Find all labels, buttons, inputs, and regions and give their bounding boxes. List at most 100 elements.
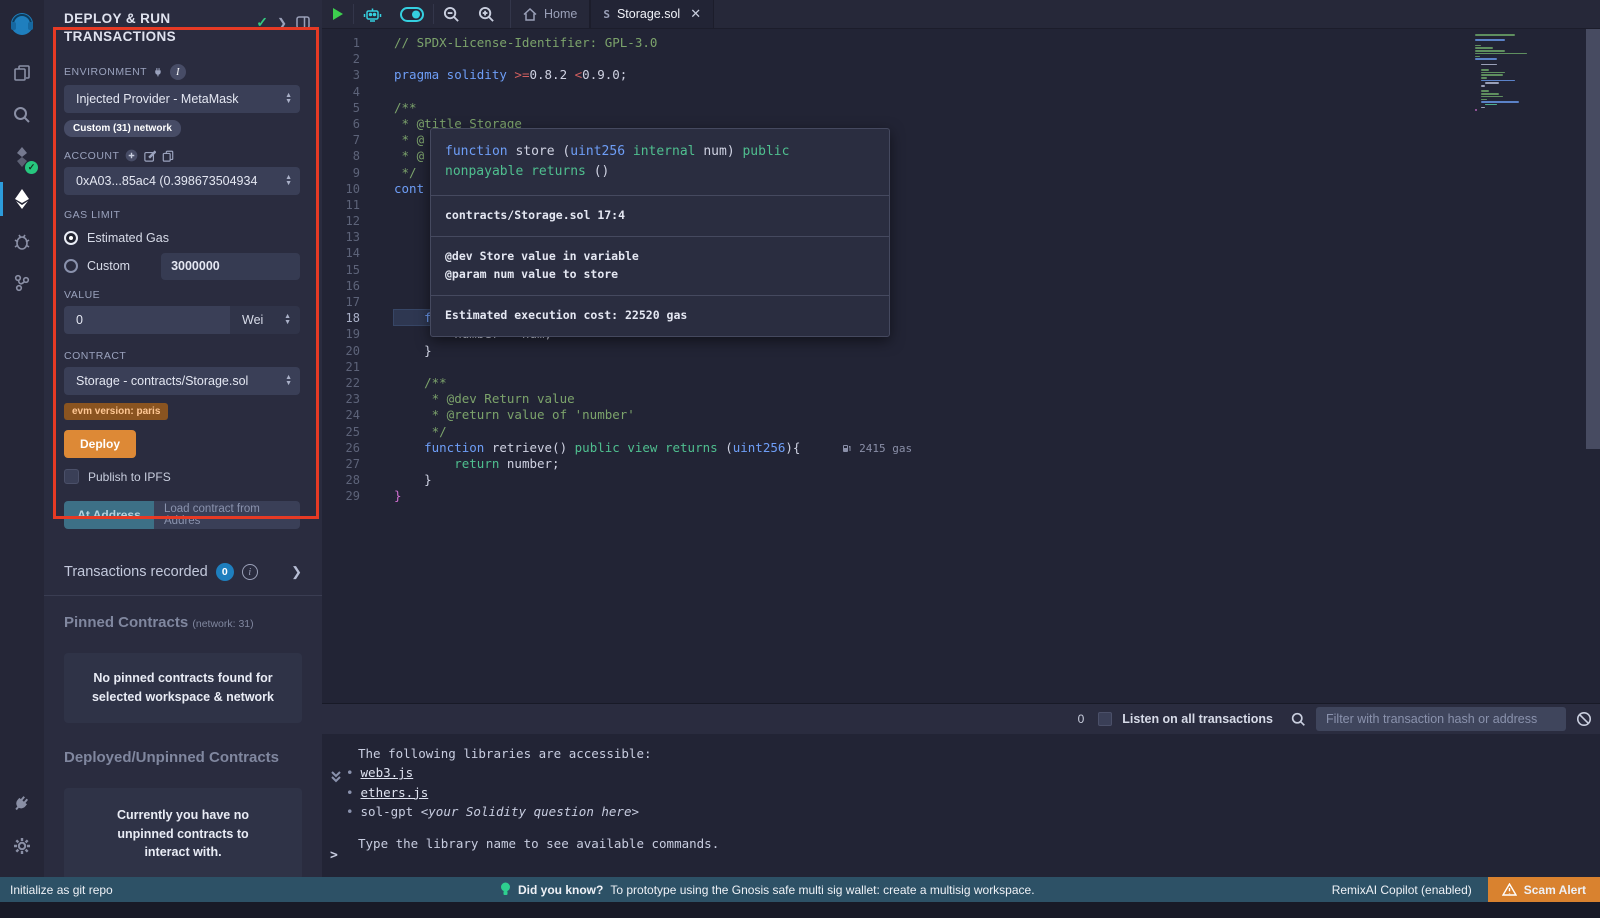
line-number: 14 bbox=[322, 245, 374, 261]
ban-icon[interactable] bbox=[1576, 711, 1592, 727]
tab-storage-sol[interactable]: S Storage.sol ✕ bbox=[590, 0, 714, 28]
code-editor[interactable]: 1234567891011121314151617181920212223242… bbox=[322, 29, 1600, 703]
search-icon[interactable] bbox=[1291, 712, 1306, 727]
value-unit-select[interactable]: Wei ▲▼ bbox=[230, 306, 300, 334]
panel-title: Deploy & run transactions bbox=[64, 10, 234, 46]
bottom-strip bbox=[0, 902, 1600, 918]
line-number: 19 bbox=[322, 326, 374, 342]
value-label: Value bbox=[64, 289, 300, 301]
debugger-icon[interactable] bbox=[0, 220, 44, 262]
line-number: 24 bbox=[322, 407, 374, 423]
value-input[interactable]: 0 bbox=[64, 306, 230, 334]
contract-select[interactable]: Storage - contracts/Storage.sol ▲▼ bbox=[64, 367, 300, 395]
publish-ipfs-option[interactable]: Publish to IPFS bbox=[64, 469, 300, 484]
deploy-run-icon[interactable] bbox=[0, 178, 44, 220]
editor-scrollbar[interactable] bbox=[1586, 29, 1600, 449]
custom-gas-option[interactable]: Custom 3000000 bbox=[64, 255, 300, 277]
code-line: } bbox=[394, 488, 1470, 504]
git-init-status[interactable]: Initialize as git repo bbox=[0, 883, 113, 897]
solidity-file-icon: S bbox=[603, 8, 610, 21]
line-number: 5 bbox=[322, 100, 374, 116]
plus-icon[interactable] bbox=[125, 149, 138, 162]
library-link-item: web3.js bbox=[346, 763, 1600, 782]
line-number: 1 bbox=[322, 35, 374, 51]
line-number: 3 bbox=[322, 67, 374, 83]
solidity-compiler-icon[interactable]: ✓ bbox=[0, 136, 44, 178]
line-number: 25 bbox=[322, 424, 374, 440]
line-number: 8 bbox=[322, 148, 374, 164]
deploy-button[interactable]: Deploy bbox=[64, 430, 136, 458]
transactions-recorded-row[interactable]: Transactions recorded 0 i ❯ bbox=[44, 547, 322, 596]
tooltip-signature: function store (uint256 internal num) pu… bbox=[431, 129, 889, 196]
minimap[interactable] bbox=[1475, 34, 1545, 112]
zoom-in-icon[interactable] bbox=[469, 0, 504, 28]
terminal-prompt[interactable]: > bbox=[330, 848, 338, 863]
did-you-know-tip: Did you know? To prototype using the Gno… bbox=[500, 882, 1035, 897]
tab-home[interactable]: Home bbox=[510, 0, 590, 28]
search-icon[interactable] bbox=[0, 94, 44, 136]
git-icon[interactable] bbox=[0, 262, 44, 304]
line-number: 15 bbox=[322, 262, 374, 278]
warning-icon bbox=[1502, 883, 1517, 896]
line-number: 18 bbox=[322, 310, 374, 326]
web3-link[interactable]: web3.js bbox=[361, 765, 414, 780]
chevron-updown-icon: ▲▼ bbox=[285, 375, 292, 387]
copilot-status[interactable]: RemixAI Copilot (enabled) bbox=[1332, 883, 1488, 897]
edit-icon[interactable] bbox=[144, 150, 156, 162]
code-line bbox=[394, 359, 1470, 375]
contract-label: Contract bbox=[64, 350, 300, 362]
line-number: 9 bbox=[322, 165, 374, 181]
settings-gear-icon[interactable] bbox=[0, 825, 44, 867]
copy-icon[interactable] bbox=[162, 150, 174, 162]
line-number: 26 bbox=[322, 440, 374, 456]
transactions-count-badge: 0 bbox=[216, 563, 234, 581]
line-number: 17 bbox=[322, 294, 374, 310]
collapse-icon[interactable] bbox=[330, 770, 342, 789]
account-select[interactable]: 0xA03...85ac4 (0.398673504934 ▲▼ bbox=[64, 167, 300, 195]
ethers-link[interactable]: ethers.js bbox=[361, 785, 429, 800]
plug-icon[interactable] bbox=[153, 66, 164, 78]
pinned-empty-message: No pinned contracts found for selected w… bbox=[64, 653, 302, 723]
info-icon[interactable]: i bbox=[170, 64, 186, 80]
at-address-button[interactable]: At Address bbox=[64, 501, 154, 529]
info-icon[interactable]: i bbox=[242, 564, 258, 580]
chevron-right-icon[interactable]: ❯ bbox=[277, 16, 287, 30]
close-icon[interactable]: ✕ bbox=[690, 6, 701, 22]
at-address-input[interactable]: Load contract from Addres bbox=[154, 501, 300, 529]
custom-gas-input[interactable]: 3000000 bbox=[161, 253, 300, 280]
code-line bbox=[394, 51, 1470, 67]
plugin-manager-icon[interactable] bbox=[0, 783, 44, 825]
pin-panel-icon[interactable] bbox=[296, 16, 310, 29]
line-number: 2 bbox=[322, 51, 374, 67]
status-bar: Initialize as git repo Did you know? To … bbox=[0, 877, 1600, 902]
listen-checkbox[interactable] bbox=[1098, 712, 1112, 726]
radio-icon bbox=[64, 259, 78, 273]
run-script-button[interactable] bbox=[322, 0, 353, 28]
remix-logo[interactable] bbox=[0, 0, 44, 52]
environment-select[interactable]: Injected Provider - MetaMask ▲▼ bbox=[64, 85, 300, 113]
zoom-out-icon[interactable] bbox=[434, 0, 469, 28]
chevron-updown-icon: ▲▼ bbox=[285, 175, 292, 187]
line-number: 28 bbox=[322, 472, 374, 488]
icon-rail-bottom bbox=[0, 783, 44, 867]
chevron-updown-icon: ▲▼ bbox=[285, 93, 292, 105]
file-explorer-icon[interactable] bbox=[0, 52, 44, 94]
ai-copilot-robot-icon[interactable] bbox=[354, 0, 391, 28]
filter-input[interactable]: Filter with transaction hash or address bbox=[1316, 707, 1566, 731]
terminal-count: 0 bbox=[1078, 712, 1085, 726]
code-line: /** bbox=[394, 375, 1470, 391]
line-number: 29 bbox=[322, 488, 374, 504]
line-number: 22 bbox=[322, 375, 374, 391]
code-line: * @return value of 'number' bbox=[394, 407, 1470, 423]
check-icon: ✓ bbox=[256, 14, 268, 31]
code-line: // SPDX-License-Identifier: GPL-3.0 bbox=[394, 35, 1470, 51]
remix-ide-window: ✓ Deploy & run transactions ✓ ❯ bbox=[0, 0, 1600, 918]
chevron-right-icon[interactable]: ❯ bbox=[291, 564, 308, 580]
scam-alert-button[interactable]: Scam Alert bbox=[1488, 877, 1600, 902]
ai-copilot-toggle[interactable] bbox=[391, 0, 433, 28]
checkbox-icon bbox=[64, 469, 79, 484]
code-line: */ bbox=[394, 424, 1470, 440]
chevron-updown-icon: ▲▼ bbox=[284, 314, 291, 326]
estimated-gas-option[interactable]: Estimated Gas bbox=[64, 227, 300, 249]
library-link-item: sol-gpt <your Solidity question here> bbox=[346, 802, 1600, 821]
